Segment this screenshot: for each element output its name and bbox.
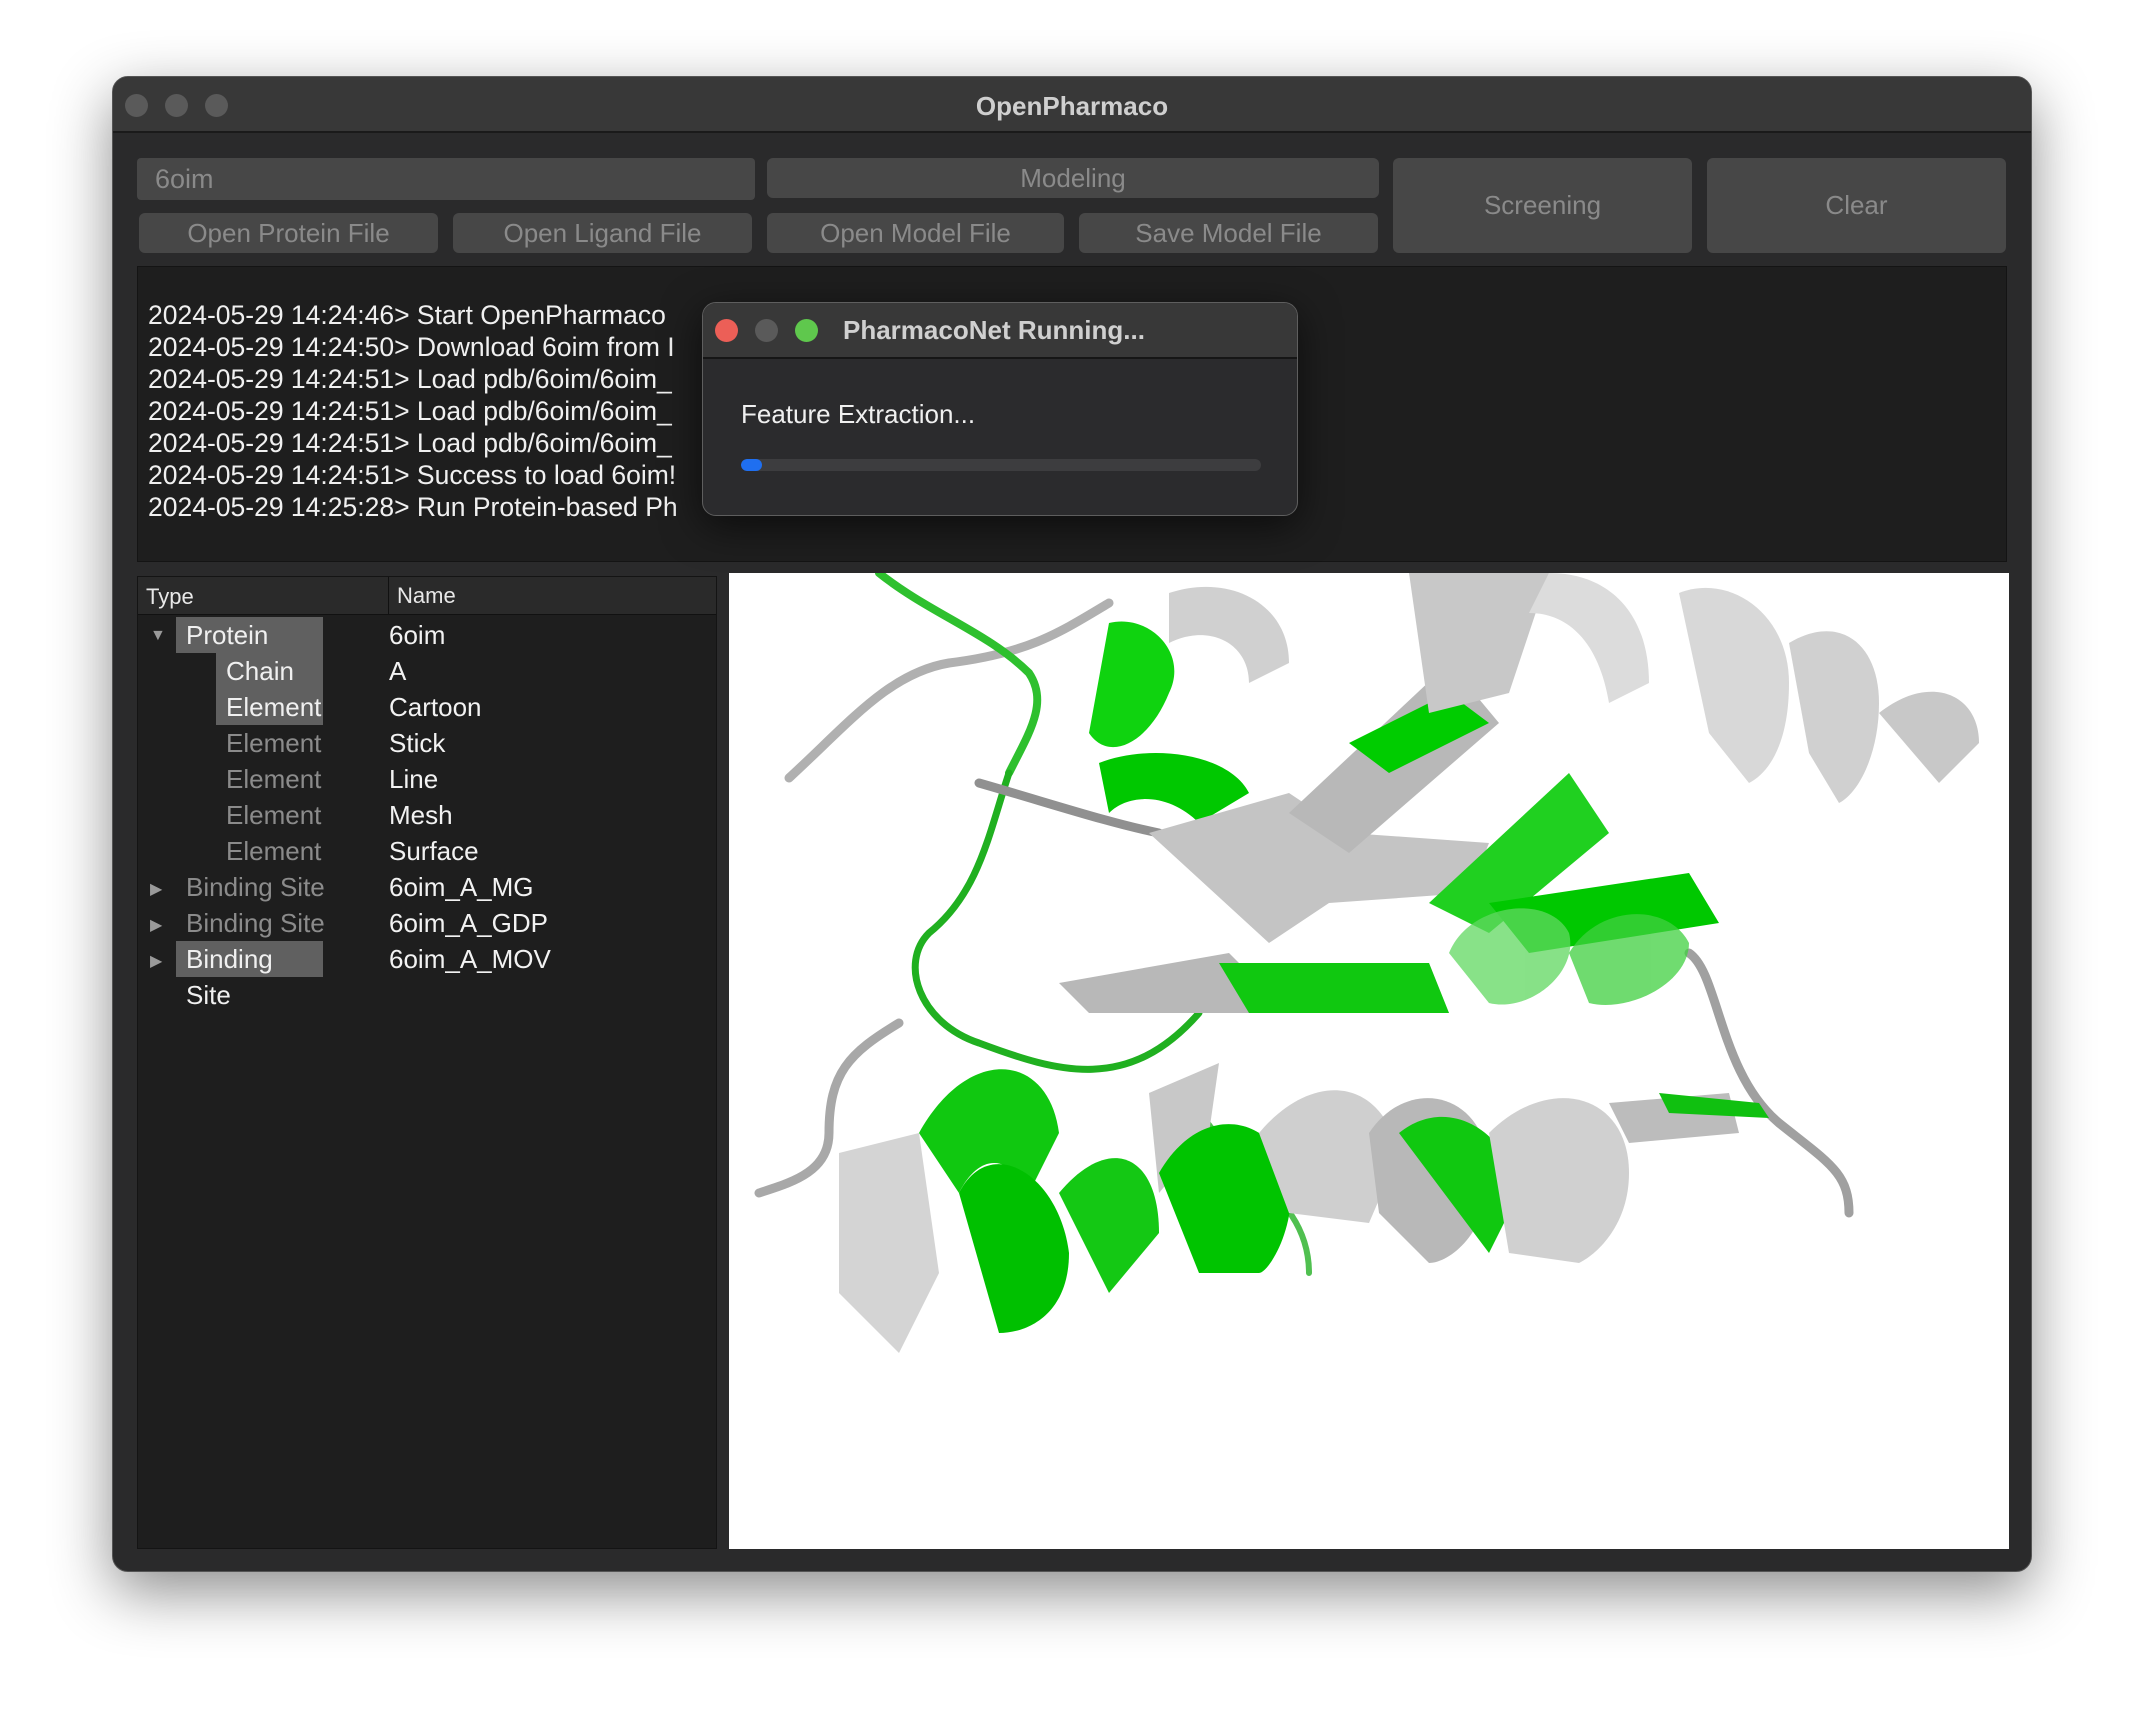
progress-bar-fill (741, 459, 762, 471)
row-type: Element (226, 836, 322, 866)
helix-bottom (839, 1063, 1769, 1353)
row-name: 6oim_A_MOV (389, 944, 551, 974)
column-header-name[interactable]: Name (388, 577, 456, 615)
collapsed-arrow-icon[interactable]: ▶ (150, 915, 162, 935)
pdb-id-input[interactable]: 6oim (137, 158, 755, 200)
tree-row-protein[interactable]: ▼ Protein 6oim (138, 617, 716, 653)
dialog-close-button[interactable] (715, 319, 738, 342)
main-window: OpenPharmaco 6oim Modeling Open Protein … (112, 76, 2032, 1572)
progress-bar (741, 459, 1261, 471)
screening-button[interactable]: Screening (1393, 158, 1692, 253)
title-bar: OpenPharmaco (113, 77, 2031, 133)
tree-row-binding-site-mov[interactable]: ▶ Binding Site 6oim_A_MOV (138, 941, 716, 1010)
row-name: 6oim_A_GDP (389, 908, 548, 938)
row-type: Chain (216, 653, 323, 689)
row-type: Element (226, 728, 322, 758)
row-type: Binding Site (186, 908, 325, 938)
row-type: Element (226, 764, 322, 794)
expanded-arrow-icon[interactable]: ▼ (150, 627, 166, 645)
open-model-file-button[interactable]: Open Model File (767, 213, 1064, 253)
helix-right (1409, 573, 1979, 803)
modeling-button[interactable]: Modeling (767, 158, 1379, 198)
structure-tree: Type Name ▼ Protein 6oim Chain A Element… (137, 576, 717, 1549)
dialog-message: Feature Extraction... (741, 399, 976, 429)
tree-row-element-line[interactable]: Element Line (138, 761, 716, 797)
dialog-title: PharmacoNet Running... (843, 315, 1145, 345)
collapsed-arrow-icon[interactable]: ▶ (150, 879, 162, 899)
row-type: Binding Site (176, 941, 323, 1010)
tree-header: Type Name (138, 577, 716, 615)
row-name: Stick (389, 728, 446, 758)
row-type: Element (216, 689, 323, 725)
molecule-viewer[interactable] (729, 573, 2009, 1549)
window-title: OpenPharmaco (975, 91, 1169, 121)
tree-row-element-cartoon[interactable]: Element Cartoon (138, 689, 716, 725)
tree-row-binding-site-gdp[interactable]: ▶ Binding Site 6oim_A_GDP (138, 905, 716, 941)
collapsed-arrow-icon[interactable]: ▶ (150, 951, 162, 971)
row-type: Element (226, 800, 322, 830)
row-name: 6oim_A_MG (389, 872, 534, 902)
tree-row-chain[interactable]: Chain A (138, 653, 716, 689)
open-protein-file-button[interactable]: Open Protein File (139, 213, 438, 253)
row-name: Surface (389, 836, 479, 866)
open-ligand-file-button[interactable]: Open Ligand File (453, 213, 752, 253)
tree-row-element-mesh[interactable]: Element Mesh (138, 797, 716, 833)
protein-cartoon-render (754, 573, 1979, 1353)
loop (784, 598, 1114, 783)
row-name: 6oim (389, 620, 446, 650)
loop (911, 769, 1203, 1073)
tree-row-element-stick[interactable]: Element Stick (138, 725, 716, 761)
row-name: Line (389, 764, 439, 794)
dialog-title-bar: PharmacoNet Running... (703, 303, 1297, 359)
column-header-type[interactable]: Type (146, 584, 194, 610)
helix-top (1089, 586, 1289, 823)
row-name: Cartoon (389, 692, 482, 722)
save-model-file-button[interactable]: Save Model File (1079, 213, 1378, 253)
tree-row-element-surface[interactable]: Element Surface (138, 833, 716, 869)
row-name: A (389, 656, 407, 686)
clear-button[interactable]: Clear (1707, 158, 2006, 253)
progress-dialog: PharmacoNet Running... Feature Extractio… (702, 302, 1298, 516)
loop (1684, 948, 1854, 1218)
row-type: Binding Site (186, 872, 325, 902)
row-type: Protein (176, 617, 323, 653)
dialog-maximize-button[interactable] (795, 319, 818, 342)
loop (875, 573, 1042, 777)
tree-row-binding-site-mg[interactable]: ▶ Binding Site 6oim_A_MG (138, 869, 716, 905)
row-name: Mesh (389, 800, 453, 830)
dialog-minimize-button (755, 319, 778, 342)
